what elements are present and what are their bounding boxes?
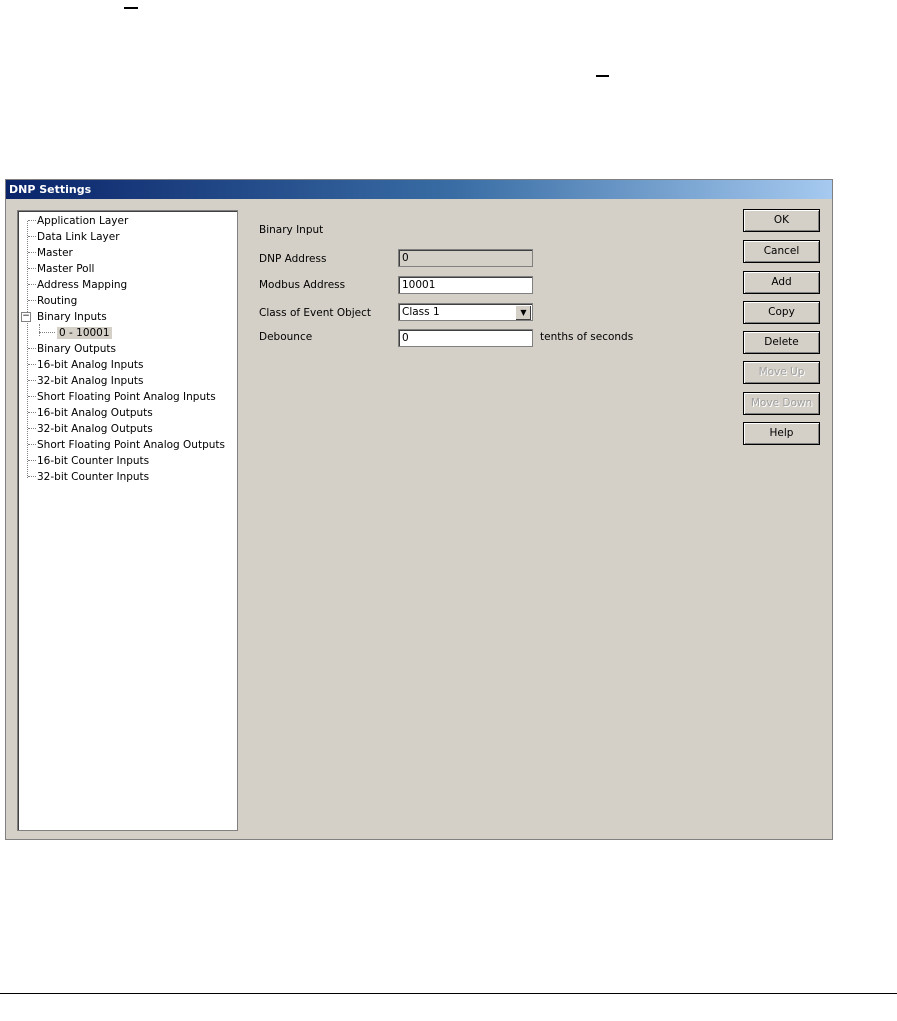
- tree-item[interactable]: 16-bit Analog Outputs: [28, 405, 153, 421]
- tree-item-label: Binary Outputs: [37, 343, 117, 355]
- tree-item-label: 32-bit Counter Inputs: [37, 471, 150, 483]
- class-of-event-select[interactable]: Class 1 ▼: [398, 303, 533, 321]
- tree-item[interactable]: 32-bit Analog Inputs: [28, 373, 144, 389]
- delete-button[interactable]: Delete: [743, 331, 820, 354]
- tree-connector: [28, 300, 36, 301]
- tree-connector: [28, 284, 36, 285]
- settings-tree[interactable]: Application Layer Data Link Layer Master Ma…: [17, 210, 238, 831]
- tree-item[interactable]: Address Mapping: [28, 277, 128, 293]
- dialog-title: DNP Settings: [6, 180, 832, 199]
- tree-connector: [28, 476, 36, 477]
- debounce-unit-label: tenths of seconds: [540, 331, 634, 343]
- page-rule: [0, 993, 897, 994]
- move-down-button[interactable]: Move Down: [743, 392, 820, 415]
- tree-item-label: Master Poll: [37, 263, 95, 275]
- dnp-settings-dialog: DNP Settings Application Layer Data Link …: [5, 179, 833, 840]
- tree-guide-line: [27, 221, 28, 478]
- tree-item[interactable]: 32-bit Analog Outputs: [28, 421, 153, 437]
- tree-item[interactable]: Short Floating Point Analog Inputs: [28, 389, 216, 405]
- section-title: Binary Input: [259, 224, 324, 236]
- tree-item-label: Master: [37, 247, 73, 259]
- dnp-address-label: DNP Address: [259, 253, 327, 265]
- move-up-button[interactable]: Move Up: [743, 361, 820, 384]
- tree-connector: [28, 252, 36, 253]
- minus-box-icon[interactable]: −: [21, 312, 31, 322]
- help-button[interactable]: Help: [743, 422, 820, 445]
- tree-connector: [28, 364, 36, 365]
- tree-item[interactable]: Data Link Layer: [28, 229, 120, 245]
- tree-connector: [28, 428, 36, 429]
- underline-mark: [596, 75, 609, 77]
- tree-connector: [39, 332, 55, 333]
- ok-button[interactable]: OK: [743, 209, 820, 232]
- tree-item-label: 16-bit Analog Outputs: [37, 407, 153, 419]
- tree-item[interactable]: 32-bit Counter Inputs: [28, 469, 150, 485]
- tree-item-label: 0 - 10001: [57, 327, 112, 339]
- tree-guide-line: [39, 324, 40, 336]
- tree-item-label: Address Mapping: [37, 279, 128, 291]
- tree-item-label: 16-bit Counter Inputs: [37, 455, 150, 467]
- tree-connector: [28, 348, 36, 349]
- tree-item[interactable]: Binary Inputs: [37, 309, 107, 325]
- tree-item-label: 32-bit Analog Inputs: [37, 375, 144, 387]
- modbus-address-label: Modbus Address: [259, 279, 346, 291]
- modbus-address-field[interactable]: 10001: [398, 276, 533, 294]
- tree-item-label: Application Layer: [37, 215, 129, 227]
- tree-item-label: 16-bit Analog Inputs: [37, 359, 144, 371]
- debounce-label: Debounce: [259, 331, 313, 343]
- class-of-event-label: Class of Event Object: [259, 307, 372, 319]
- debounce-field[interactable]: 0: [398, 329, 533, 347]
- tree-item[interactable]: 16-bit Counter Inputs: [28, 453, 150, 469]
- tree-item[interactable]: Binary Outputs: [28, 341, 117, 357]
- tree-item-label: Binary Inputs: [37, 311, 107, 323]
- tree-item[interactable]: Short Floating Point Analog Outputs: [28, 437, 225, 453]
- underline-mark: [124, 7, 138, 9]
- class-of-event-value: Class 1: [402, 306, 440, 318]
- chevron-down-icon[interactable]: ▼: [515, 305, 531, 320]
- tree-connector: [28, 412, 36, 413]
- tree-item[interactable]: Routing: [28, 293, 78, 309]
- tree-item-label: Short Floating Point Analog Outputs: [37, 439, 225, 451]
- tree-child-item[interactable]: 0 - 10001: [39, 325, 112, 341]
- tree-item-label: 32-bit Analog Outputs: [37, 423, 153, 435]
- tree-item-label: Short Floating Point Analog Inputs: [37, 391, 216, 403]
- tree-connector: [28, 380, 36, 381]
- copy-button[interactable]: Copy: [743, 301, 820, 324]
- dnp-address-field: 0: [398, 249, 533, 267]
- cancel-button[interactable]: Cancel: [743, 240, 820, 263]
- tree-item-label: Routing: [37, 295, 78, 307]
- tree-connector: [28, 220, 36, 221]
- tree-item[interactable]: Application Layer: [28, 213, 129, 229]
- tree-connector: [28, 268, 36, 269]
- tree-connector: [28, 236, 36, 237]
- tree-item-label: Data Link Layer: [37, 231, 120, 243]
- tree-item[interactable]: Master: [28, 245, 73, 261]
- tree-connector: [28, 444, 36, 445]
- tree-item[interactable]: 16-bit Analog Inputs: [28, 357, 144, 373]
- tree-item[interactable]: Master Poll: [28, 261, 95, 277]
- add-button[interactable]: Add: [743, 271, 820, 294]
- tree-connector: [28, 460, 36, 461]
- tree-connector: [28, 396, 36, 397]
